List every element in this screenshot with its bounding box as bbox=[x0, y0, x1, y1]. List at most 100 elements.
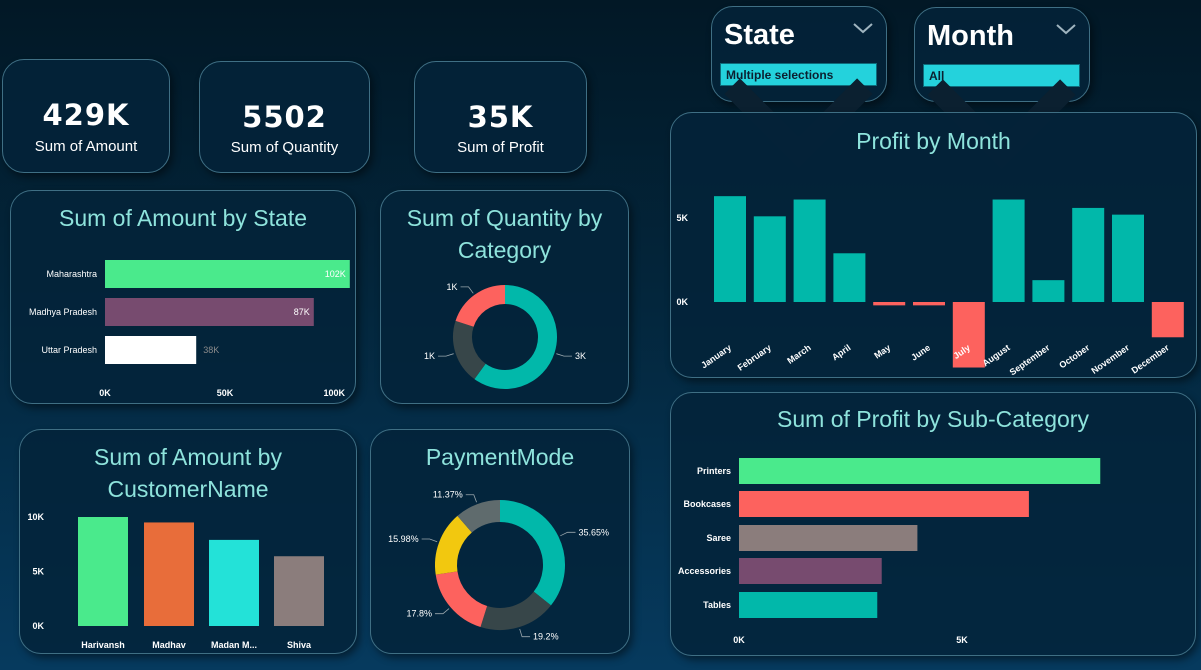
category-label: Printers bbox=[697, 466, 731, 476]
category-label: Accessories bbox=[678, 566, 731, 576]
data-label: 19.2% bbox=[533, 632, 559, 642]
chevron-down-icon[interactable] bbox=[852, 21, 874, 35]
leader-line bbox=[460, 286, 474, 294]
y-tick-label: 5K bbox=[32, 567, 44, 577]
month-slicer-title: Month bbox=[927, 20, 1014, 52]
bar bbox=[873, 302, 906, 306]
bar bbox=[753, 216, 786, 302]
amount-by-state-card: Sum of Amount by State Maharashtra 102K Ma… bbox=[10, 190, 356, 404]
bar bbox=[105, 336, 197, 364]
donut-slice bbox=[455, 285, 506, 328]
state-dropdown[interactable]: Multiple selections bbox=[720, 63, 877, 169]
kpi-label: Sum of Quantity bbox=[230, 139, 339, 156]
y-tick-label: 0K bbox=[676, 297, 688, 307]
data-label: 3K bbox=[575, 351, 586, 361]
x-tick-label: 5K bbox=[956, 635, 968, 645]
leader-line bbox=[421, 538, 438, 543]
bar bbox=[105, 298, 314, 326]
leader-line bbox=[560, 531, 576, 537]
x-tick-label: February bbox=[736, 342, 773, 372]
month-dropdown[interactable]: All bbox=[923, 64, 1080, 170]
kpi-card-amount: 429K Sum of Amount bbox=[2, 59, 170, 173]
y-tick-label: 0K bbox=[32, 621, 44, 631]
profit-by-month-chart: 5K0KJanuary February March April May June July… bbox=[676, 196, 1184, 377]
y-tick-label: 5K bbox=[676, 213, 688, 223]
data-label: 87K bbox=[294, 307, 310, 317]
bar bbox=[144, 522, 194, 626]
bar bbox=[274, 556, 324, 626]
x-tick-label: Madhav bbox=[152, 640, 186, 650]
bar bbox=[1151, 302, 1184, 338]
category-label: Bookcases bbox=[683, 499, 731, 509]
quantity-by-category-card: Sum of Quantity by Category 3K 1K 1K bbox=[380, 190, 629, 404]
bar bbox=[739, 458, 1101, 484]
amount-by-state-chart: Maharashtra 102K Madhya Pradesh 87K Uttar Pr… bbox=[29, 260, 350, 398]
x-tick-label: April bbox=[830, 342, 853, 362]
donut-slice bbox=[480, 591, 551, 630]
kpi-value: 35K bbox=[467, 100, 534, 134]
state-slicer[interactable]: State Multiple selections bbox=[711, 6, 887, 169]
category-label: Saree bbox=[706, 533, 731, 543]
leader-line bbox=[434, 608, 450, 615]
bar bbox=[105, 260, 350, 288]
bar bbox=[1072, 207, 1105, 302]
kpi-value: 429K bbox=[42, 98, 130, 132]
bar bbox=[1112, 214, 1144, 302]
category-label: Maharashtra bbox=[46, 269, 97, 279]
x-tick-label: 100K bbox=[323, 388, 345, 398]
bar bbox=[1032, 280, 1065, 302]
state-dropdown-value: Multiple selections bbox=[726, 68, 834, 82]
x-tick-label: January bbox=[699, 342, 733, 370]
data-label: 1K bbox=[447, 282, 458, 292]
month-slicer[interactable]: Month All bbox=[914, 7, 1090, 170]
bar bbox=[739, 558, 882, 584]
x-tick-label: November bbox=[1089, 342, 1131, 376]
bar bbox=[714, 196, 746, 302]
bar bbox=[793, 199, 826, 302]
data-label: 17.8% bbox=[406, 609, 432, 619]
bar bbox=[209, 539, 259, 626]
category-label: Madhya Pradesh bbox=[29, 307, 97, 317]
data-label: 35.65% bbox=[579, 527, 610, 537]
x-tick-label: December bbox=[1130, 342, 1172, 375]
payment-mode-chart: 35.65% 19.2% 17.8% 15.98% 11.37% bbox=[388, 490, 610, 642]
amount-by-customer-card: Sum of Amount by CustomerName 10K 5K 0K Har… bbox=[19, 429, 357, 654]
data-label: 38K bbox=[203, 345, 219, 355]
profit-by-subcategory-chart: Printers Bookcases Saree Accessories Tables 0… bbox=[678, 458, 1101, 645]
category-label: Uttar Pradesh bbox=[41, 345, 97, 355]
x-tick-label: 0K bbox=[99, 388, 111, 398]
x-tick-label: September bbox=[1008, 342, 1052, 377]
bar bbox=[833, 253, 866, 302]
data-label: 15.98% bbox=[388, 534, 419, 544]
x-tick-label: Madan M... bbox=[211, 640, 257, 650]
x-tick-label: May bbox=[872, 342, 892, 360]
donut-slice bbox=[435, 570, 488, 628]
kpi-label: Sum of Amount bbox=[34, 138, 138, 155]
bar bbox=[992, 199, 1025, 302]
month-dropdown-value: All bbox=[929, 69, 945, 83]
donut-slice bbox=[435, 515, 473, 575]
profit-by-month-card: Profit by Month 5K 0K January February March… bbox=[670, 112, 1197, 378]
leader-line bbox=[519, 628, 531, 638]
leader-line bbox=[465, 494, 477, 503]
kpi-value: 5502 bbox=[242, 100, 327, 134]
payment-mode-card: PaymentMode 35.65% 19.2% 17.8% 15.98% 11.37% bbox=[370, 429, 630, 654]
donut-slice bbox=[457, 500, 501, 533]
donut-slice bbox=[499, 500, 565, 606]
bar bbox=[78, 517, 128, 626]
profit-by-subcategory-card: Sum of Profit by Sub-Category Printers Bo… bbox=[670, 392, 1196, 656]
kpi-card-profit: 35K Sum of Profit bbox=[414, 61, 587, 173]
kpi-label: Sum of Profit bbox=[457, 139, 544, 156]
data-label: 102K bbox=[325, 269, 346, 279]
x-tick-label: Shiva bbox=[287, 640, 312, 650]
amount-by-customer-chart: 10K 5K 0K Harivansh Madhav Madan M... Shiva bbox=[27, 512, 324, 650]
leader-line bbox=[556, 353, 572, 357]
x-tick-label: March bbox=[785, 342, 812, 365]
chevron-down-icon[interactable] bbox=[1055, 22, 1077, 36]
donut-slice bbox=[453, 320, 487, 380]
category-label: Tables bbox=[703, 600, 731, 610]
x-tick-label: October bbox=[1057, 342, 1091, 370]
data-label: 1K bbox=[424, 351, 435, 361]
bar bbox=[913, 302, 945, 306]
bar bbox=[739, 491, 1029, 517]
